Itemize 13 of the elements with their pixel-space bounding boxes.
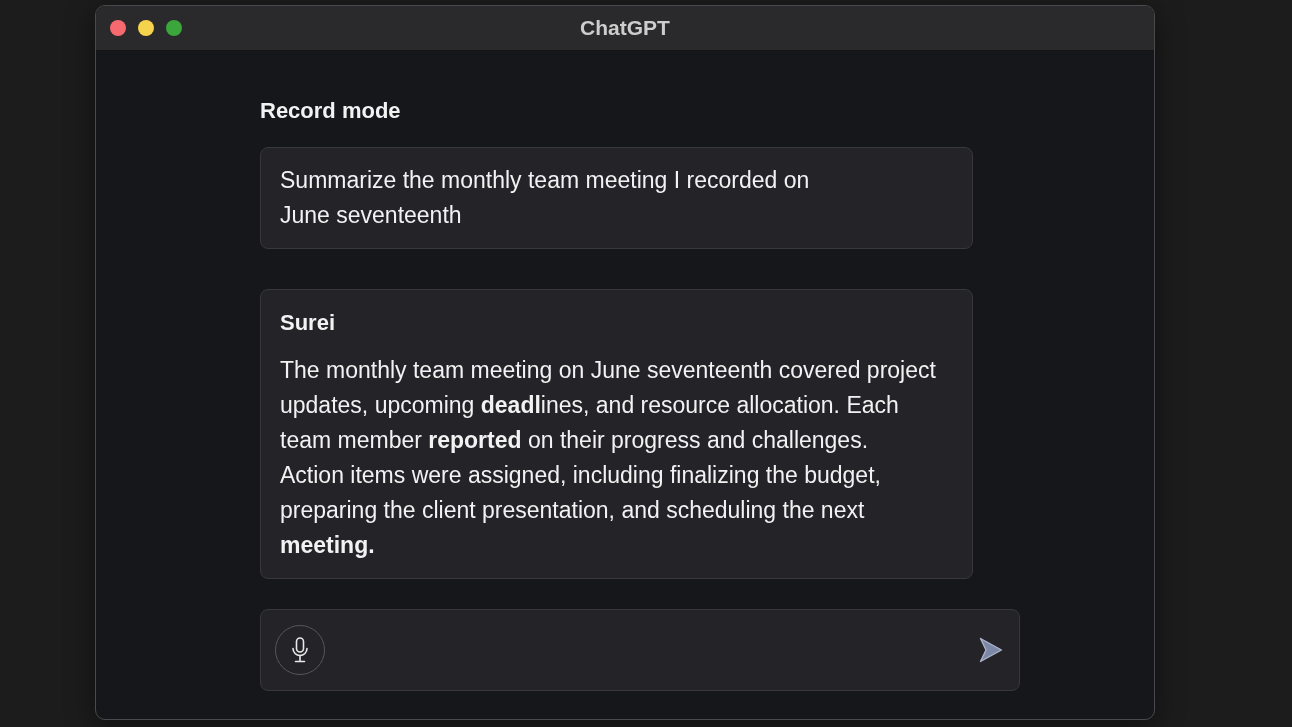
send-icon <box>979 637 1003 663</box>
reply-text: The monthly team meeting on June seventeenth covered project updates, upcoming deadlines, and resource allocation. Each team member reported on their progress and challenges. Action items were assigned, including finalizing the budget, preparing the client presentation, and scheduling the next meeting. <box>280 356 937 560</box>
minimize-button[interactable] <box>138 20 154 36</box>
microphone-button[interactable] <box>275 625 325 675</box>
close-button[interactable] <box>110 20 126 36</box>
message-field[interactable] <box>260 609 1020 691</box>
zoom-button[interactable] <box>166 20 182 36</box>
window-title: ChatGPT <box>580 16 670 40</box>
microphone-icon <box>291 637 309 663</box>
mode-heading: Record mode <box>260 99 401 123</box>
prompt-text: Summarize the monthly team meeting I recorded on June seventeenth <box>280 166 810 230</box>
sender-name: Surei <box>280 309 336 337</box>
send-button[interactable] <box>979 637 1003 663</box>
